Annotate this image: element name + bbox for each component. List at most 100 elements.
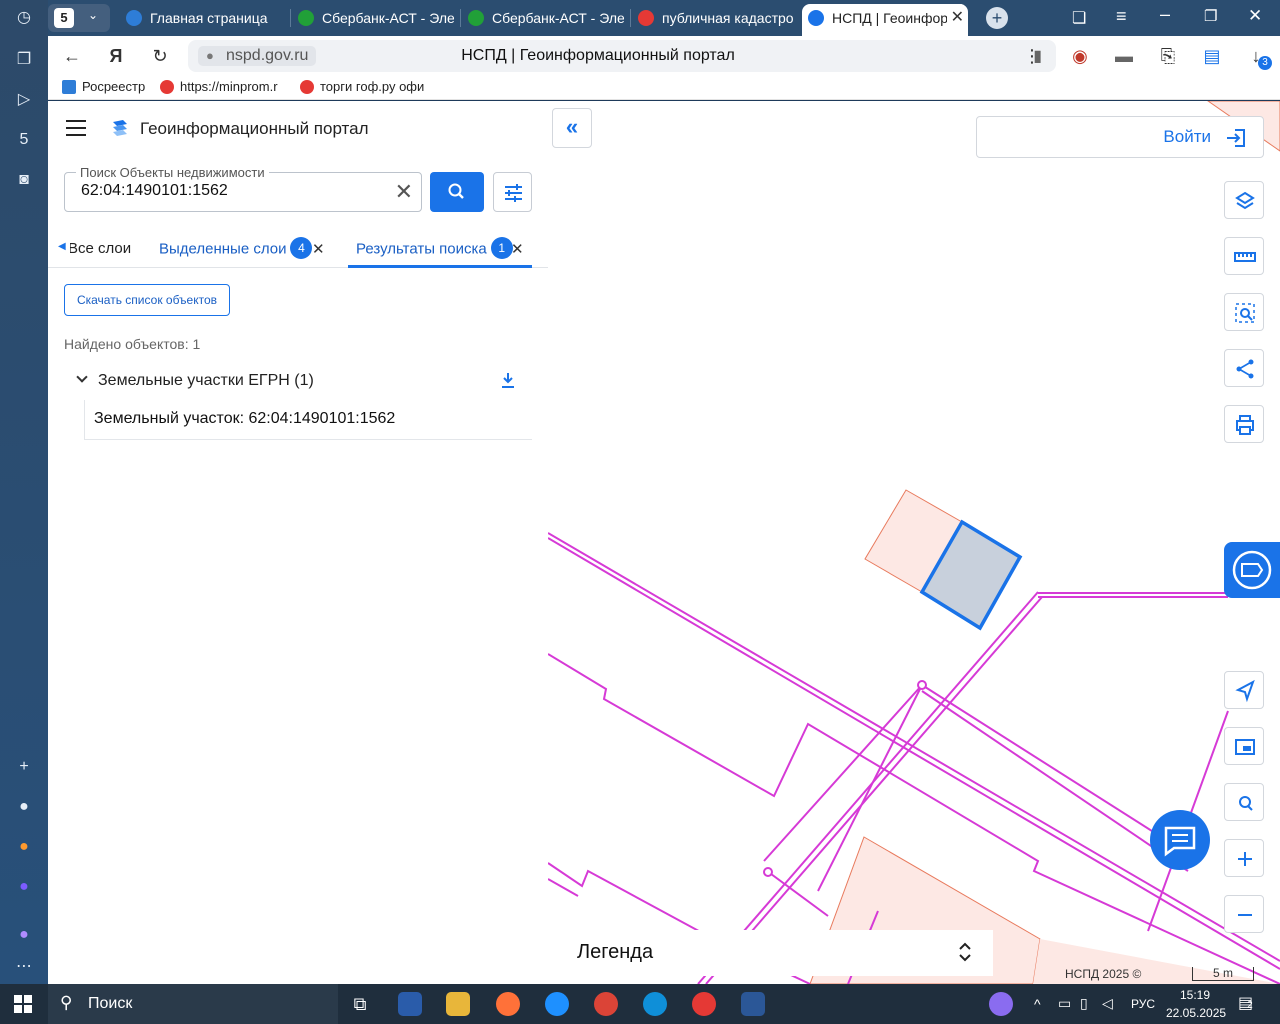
tab-sberbank-2[interactable]: Сбербанк-АСТ - Элек — [462, 4, 624, 32]
messenger-icon[interactable]: ● — [12, 875, 36, 899]
download-list-button[interactable]: Скачать список объектов — [64, 284, 230, 316]
tab-sberbank-1[interactable]: Сбербанк-АСТ - Элек — [292, 4, 454, 32]
network-icon[interactable]: ▭ — [1058, 995, 1071, 1012]
rosreestr-icon — [126, 10, 142, 26]
share-button[interactable] — [1224, 349, 1264, 387]
map-view[interactable]: « Войти Легенда НСПД 2025 © 5 m — [548, 101, 1280, 984]
search-field[interactable]: Поиск Объекты недвижимости ✕ — [64, 165, 422, 212]
minus-icon — [1238, 914, 1252, 916]
bookmark-rosreestr[interactable]: Росреестр — [62, 79, 152, 94]
reload-icon[interactable]: ↻ — [148, 44, 172, 68]
address-bar[interactable]: ● nspd.gov.ru НСПД | Геоинформационный п… — [188, 40, 1056, 72]
area-search-button[interactable] — [1224, 293, 1264, 331]
support-side-button[interactable] — [1224, 542, 1280, 598]
chat-button[interactable] — [1150, 810, 1210, 870]
document-icon[interactable]: ▤ — [1200, 44, 1224, 68]
bookmark-torgi[interactable]: торги гоф.ру офи — [300, 79, 426, 94]
yandex-browser-icon[interactable] — [692, 992, 716, 1016]
collections-icon[interactable]: ❐ — [12, 48, 36, 72]
firefox-icon[interactable] — [496, 992, 520, 1016]
portal-logo-icon — [113, 120, 127, 136]
tab-selected-layers[interactable]: Выделенные слои 4 — [159, 237, 313, 259]
alice-tray-icon[interactable] — [989, 992, 1013, 1016]
volume-icon[interactable]: ◁ — [1102, 995, 1113, 1012]
zoom-in-button[interactable] — [1224, 839, 1264, 877]
collapse-panel-button[interactable]: « — [552, 108, 592, 148]
more-menu-icon[interactable]: ⋮ — [1020, 44, 1044, 68]
downloads-icon[interactable]: ↓ 3 — [1244, 44, 1272, 70]
my-location-button[interactable] — [1224, 671, 1264, 709]
clear-icon[interactable]: ✕ — [395, 180, 413, 204]
close-selected-tab-icon[interactable]: ✕ — [312, 240, 325, 258]
nspd-icon — [808, 10, 824, 26]
back-icon[interactable]: ← — [60, 44, 84, 68]
add-icon[interactable]: + — [12, 755, 36, 779]
five-icon[interactable]: 5 — [12, 128, 36, 152]
close-results-tab-icon[interactable]: ✕ — [511, 240, 524, 258]
ruler-button[interactable] — [1224, 237, 1264, 275]
tab-nspd[interactable]: НСПД | Геоинформ ✕ — [802, 4, 968, 36]
video-icon[interactable]: ▷ — [12, 88, 36, 112]
hamburger-menu-icon[interactable] — [66, 120, 86, 136]
word-icon[interactable] — [741, 992, 765, 1016]
restore-icon[interactable]: ❐ — [1204, 7, 1217, 25]
task-view-icon[interactable]: ⧉ — [348, 992, 372, 1016]
results-count-badge: 1 — [490, 237, 513, 259]
downloads-badge: 3 — [1258, 56, 1272, 70]
search-input[interactable] — [81, 182, 381, 200]
close-window-icon[interactable]: ✕ — [1248, 6, 1262, 26]
alice-icon[interactable]: ● — [12, 923, 36, 947]
zoom-to-object-button[interactable] — [1224, 783, 1264, 821]
zoom-out-button[interactable] — [1224, 895, 1264, 933]
taskbar-search[interactable]: ⚲ Поиск — [48, 984, 338, 1024]
minimize-icon[interactable]: – — [1160, 4, 1170, 25]
language-indicator[interactable]: РУС — [1131, 997, 1155, 1011]
menu-icon[interactable]: ≡ — [1116, 6, 1127, 27]
legend-panel[interactable]: Легенда — [560, 930, 993, 976]
expand-legend-icon[interactable] — [955, 938, 975, 966]
bookmark-minprom[interactable]: https://minprom.r — [160, 79, 286, 94]
extension-icon[interactable]: ◉ — [1068, 44, 1092, 68]
tab-search-results[interactable]: Результаты поиска 1 — [356, 237, 513, 259]
tab-home[interactable]: Главная страница — [120, 4, 290, 32]
yandex-icon — [160, 80, 174, 94]
selected-count-badge: 4 — [290, 237, 313, 259]
scroll-left-icon[interactable]: ◀ — [58, 241, 66, 252]
download-icon[interactable] — [500, 371, 516, 389]
close-tab-icon[interactable]: ✕ — [946, 4, 964, 32]
print-button[interactable] — [1224, 405, 1264, 443]
chevron-down-icon[interactable] — [76, 371, 88, 383]
ie-icon[interactable] — [545, 992, 569, 1016]
app-icon-1[interactable]: ● — [12, 795, 36, 819]
edge-icon[interactable] — [643, 992, 667, 1016]
search-button[interactable] — [430, 172, 484, 212]
result-group-header[interactable]: Земельные участки ЕГРН (1) — [76, 371, 314, 390]
yandex-home-icon[interactable]: Я — [104, 44, 128, 68]
side-panel: Геоинформационный портал Поиск Объекты н… — [48, 101, 548, 984]
result-item[interactable]: Земельный участок: 62:04:1490101:1562 — [84, 400, 532, 440]
chrome-icon[interactable] — [594, 992, 618, 1016]
notifications-icon[interactable]: ▤2 — [1238, 993, 1253, 1013]
tab-all-layers[interactable]: Все слои — [70, 240, 138, 257]
file-explorer-icon[interactable] — [446, 992, 470, 1016]
battery-icon[interactable]: ▯ — [1080, 995, 1088, 1012]
filter-button[interactable] — [493, 172, 532, 212]
screenshot-icon[interactable]: ◙ — [12, 168, 36, 192]
login-button[interactable]: Войти — [976, 116, 1264, 158]
windows-start-icon[interactable] — [14, 995, 32, 1013]
history-icon[interactable]: ◷ — [12, 6, 36, 30]
minimap-button[interactable] — [1224, 727, 1264, 765]
mail-icon[interactable]: ● — [12, 835, 36, 859]
translate-icon[interactable]: ⎘ — [1156, 44, 1180, 68]
tab-cadastral[interactable]: публичная кадастров — [632, 4, 794, 32]
more-icon[interactable]: ⋯ — [12, 955, 36, 979]
security-app-icon[interactable] — [398, 992, 422, 1016]
new-tab-button[interactable]: + — [986, 7, 1008, 29]
extension-icon-2[interactable]: ▬ — [1112, 44, 1136, 68]
yandex-icon — [300, 80, 314, 94]
tray-arrow-icon[interactable]: ^ — [1034, 996, 1041, 1012]
plus-icon — [1238, 852, 1252, 866]
layers-button[interactable] — [1224, 181, 1264, 219]
tabs-icon[interactable]: ❏ — [1072, 8, 1086, 28]
tab-group-switcher[interactable]: 5 ⌄ — [48, 4, 110, 32]
